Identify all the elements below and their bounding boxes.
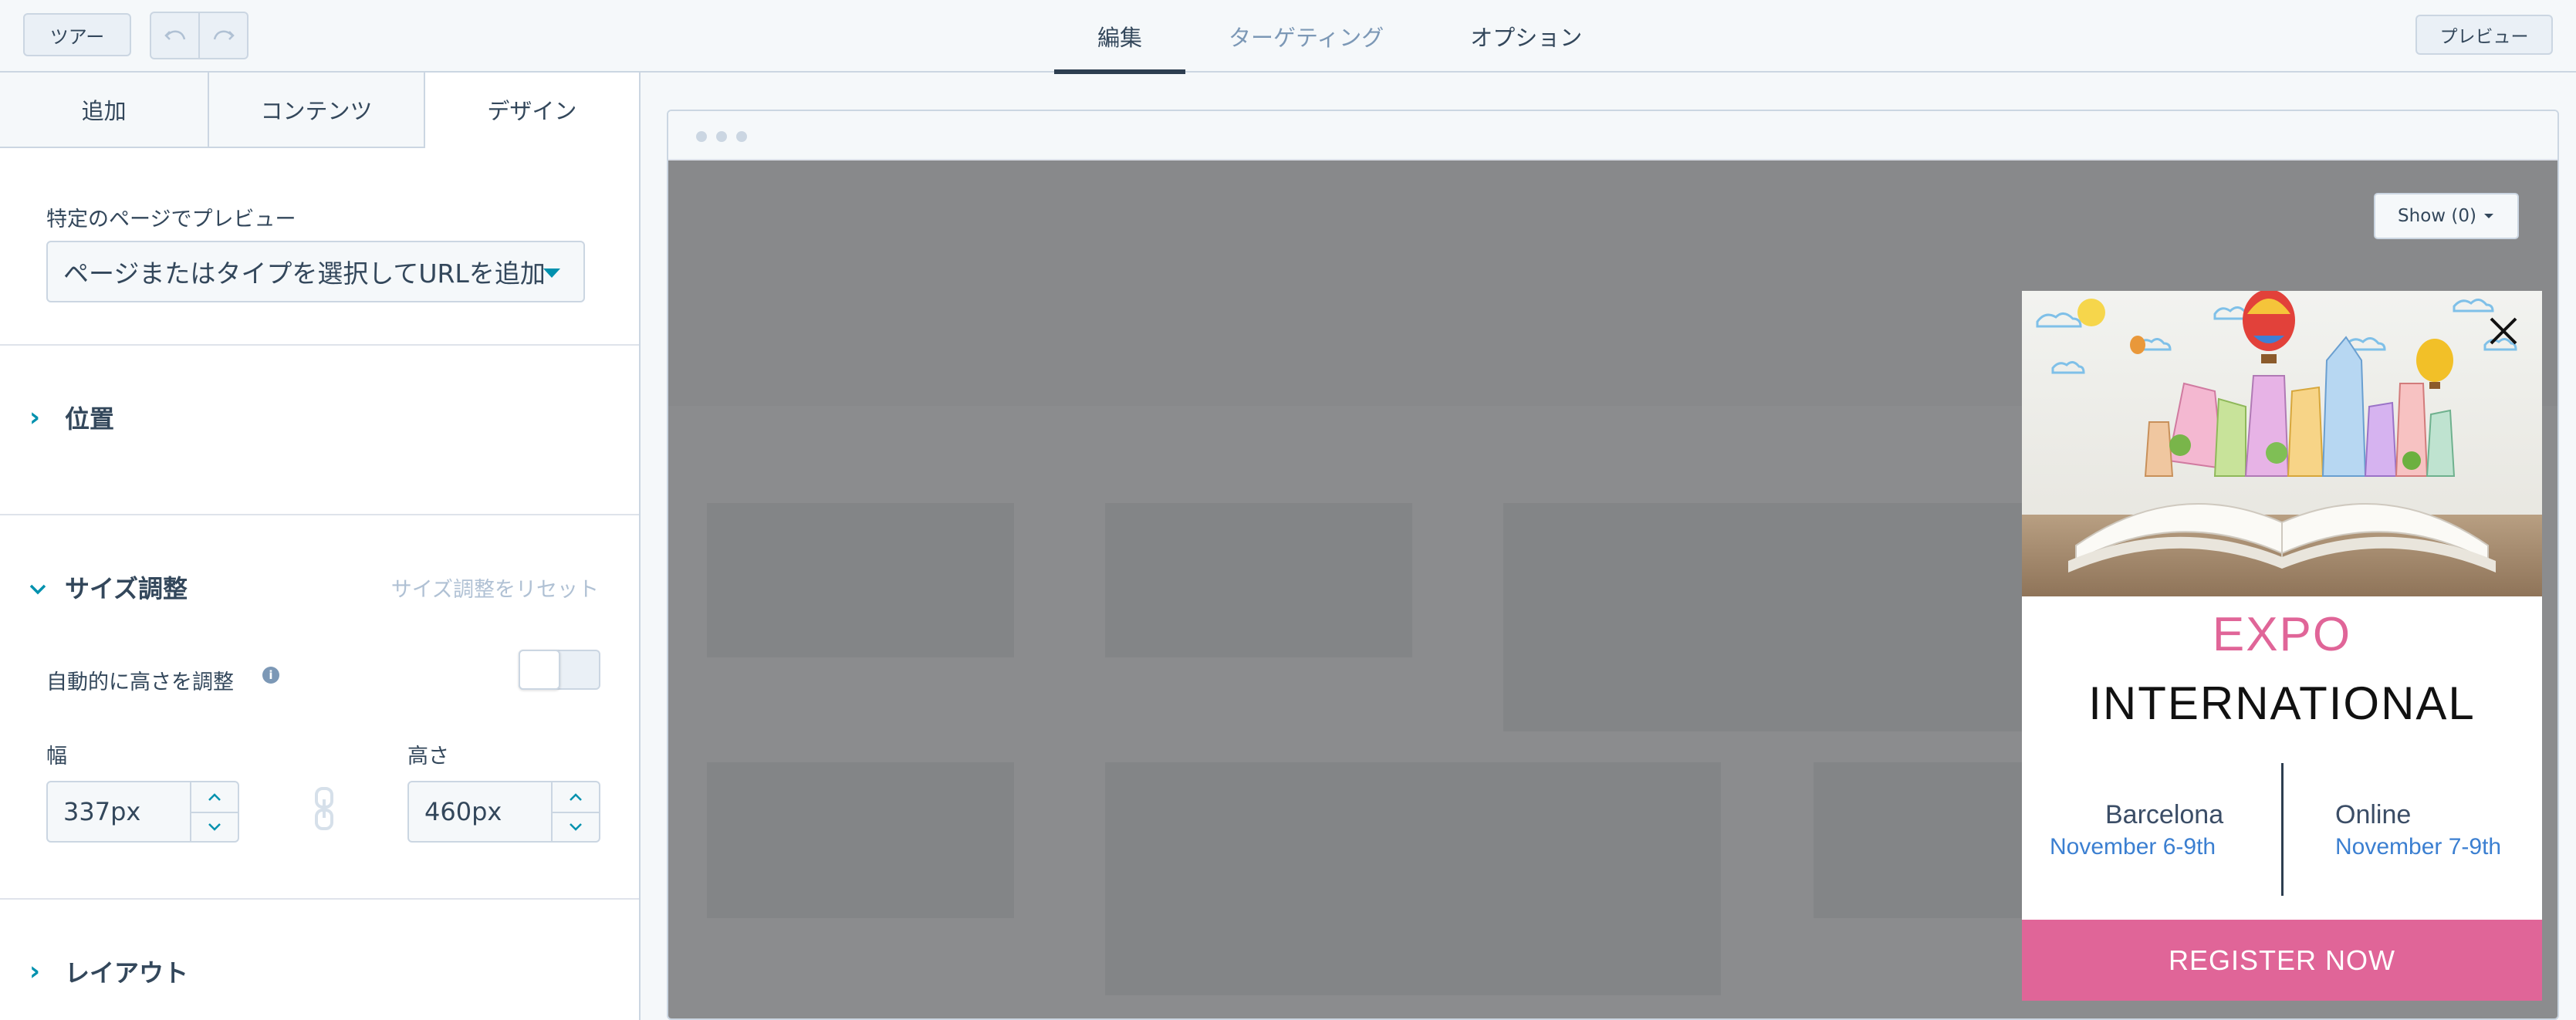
auto-height-toggle[interactable] (519, 650, 600, 690)
divider (0, 898, 639, 900)
popup-date-right: November 7-9th (2335, 834, 2502, 860)
top-bar: ツアー 編集 ターゲティング オプション プレビュー (0, 0, 2576, 74)
design-panel: 追加 コンテンツ デザイン 特定のページでプレビュー ページまたはタイプを選択し… (0, 73, 641, 1020)
content-placeholder (707, 762, 1014, 918)
chevron-right-icon: › (29, 956, 41, 987)
increment-icon[interactable] (553, 782, 599, 812)
position-section-toggle[interactable]: › 位置 (29, 400, 114, 435)
height-input[interactable]: 460px (407, 781, 600, 843)
decrement-icon[interactable] (553, 812, 599, 841)
editor-tabs: 編集 ターゲティング オプション (1054, 0, 1625, 74)
content-placeholder (1105, 503, 1412, 657)
popup-hero-image (2022, 291, 2542, 596)
divider (0, 344, 639, 346)
caret-down-icon (543, 269, 560, 278)
window-dot (736, 131, 747, 142)
height-stepper (551, 782, 599, 841)
preview-page-select[interactable]: ページまたはタイプを選択してURLを追加 (46, 241, 585, 302)
popup-divider (2281, 763, 2284, 896)
width-input-value: 337px (63, 797, 141, 826)
popup-title-international: INTERNATIONAL (2088, 677, 2476, 729)
position-section-title: 位置 (65, 404, 115, 434)
auto-height-label: 自動的に高さを調整 (46, 670, 234, 694)
popup-close-button[interactable] (2486, 314, 2520, 351)
content-placeholder (707, 503, 1014, 657)
height-input-value: 460px (424, 797, 502, 826)
content-placeholder (1503, 503, 2074, 731)
popup-city-right: Online (2335, 800, 2412, 829)
close-icon (2490, 317, 2517, 345)
preview-page-select-value: ページまたはタイプを選択してURLを追加 (63, 258, 546, 289)
content-placeholder (1105, 762, 1721, 995)
popup-title-expo: EXPO (2212, 608, 2352, 661)
window-dot (696, 131, 707, 142)
decrement-icon[interactable] (191, 812, 238, 841)
popup-form-preview: EXPO INTERNATIONAL Barcelona November 6-… (2022, 291, 2542, 1001)
undo-icon (164, 30, 185, 40)
content-placeholder (1814, 762, 2045, 918)
browser-chrome (668, 111, 2557, 160)
tab-edit[interactable]: 編集 (1054, 0, 1186, 74)
reset-sizing-link[interactable]: サイズ調整をリセット (391, 572, 599, 603)
redo-icon (213, 30, 235, 40)
undo-redo-group (150, 12, 248, 59)
toggle-knob (519, 650, 560, 690)
info-icon[interactable]: i (262, 667, 279, 684)
tour-button[interactable]: ツアー (23, 13, 131, 56)
tab-design[interactable]: デザイン (424, 73, 639, 148)
window-dot (716, 131, 727, 142)
divider (0, 514, 639, 515)
undo-button[interactable] (151, 13, 198, 58)
width-label: 幅 (46, 745, 67, 768)
width-stepper (190, 782, 238, 841)
sizing-section-toggle[interactable]: サイズ調整 (29, 569, 188, 605)
chevron-right-icon: › (29, 402, 41, 433)
height-label: 高さ (407, 745, 449, 768)
tab-add[interactable]: 追加 (0, 73, 210, 148)
popup-city-left: Barcelona (2105, 800, 2224, 829)
popup-date-left: November 6-9th (2050, 834, 2216, 860)
layout-section-title: レイアウト (65, 958, 189, 988)
layout-section-toggle[interactable]: › レイアウト (29, 954, 188, 989)
preview-on-page-label: 特定のページでプレビュー (46, 208, 296, 231)
caret-down-icon (2483, 214, 2493, 218)
preview-button[interactable]: プレビュー (2415, 15, 2553, 55)
show-dropdown-button[interactable]: Show (0) (2374, 193, 2519, 239)
sizing-section-title: サイズ調整 (65, 574, 188, 603)
redo-button[interactable] (198, 13, 247, 58)
show-button-label: Show (0) (2398, 206, 2476, 226)
tab-options[interactable]: オプション (1427, 0, 1625, 73)
link-dimensions-icon[interactable] (312, 785, 336, 835)
tab-content[interactable]: コンテンツ (209, 73, 425, 148)
panel-tabs: 追加 コンテンツ デザイン (0, 73, 639, 148)
width-input[interactable]: 337px (46, 781, 239, 843)
chevron-down-icon (29, 572, 46, 603)
register-now-button[interactable]: REGISTER NOW (2022, 920, 2542, 1001)
increment-icon[interactable] (191, 782, 238, 812)
tab-targeting[interactable]: ターゲティング (1185, 0, 1427, 73)
